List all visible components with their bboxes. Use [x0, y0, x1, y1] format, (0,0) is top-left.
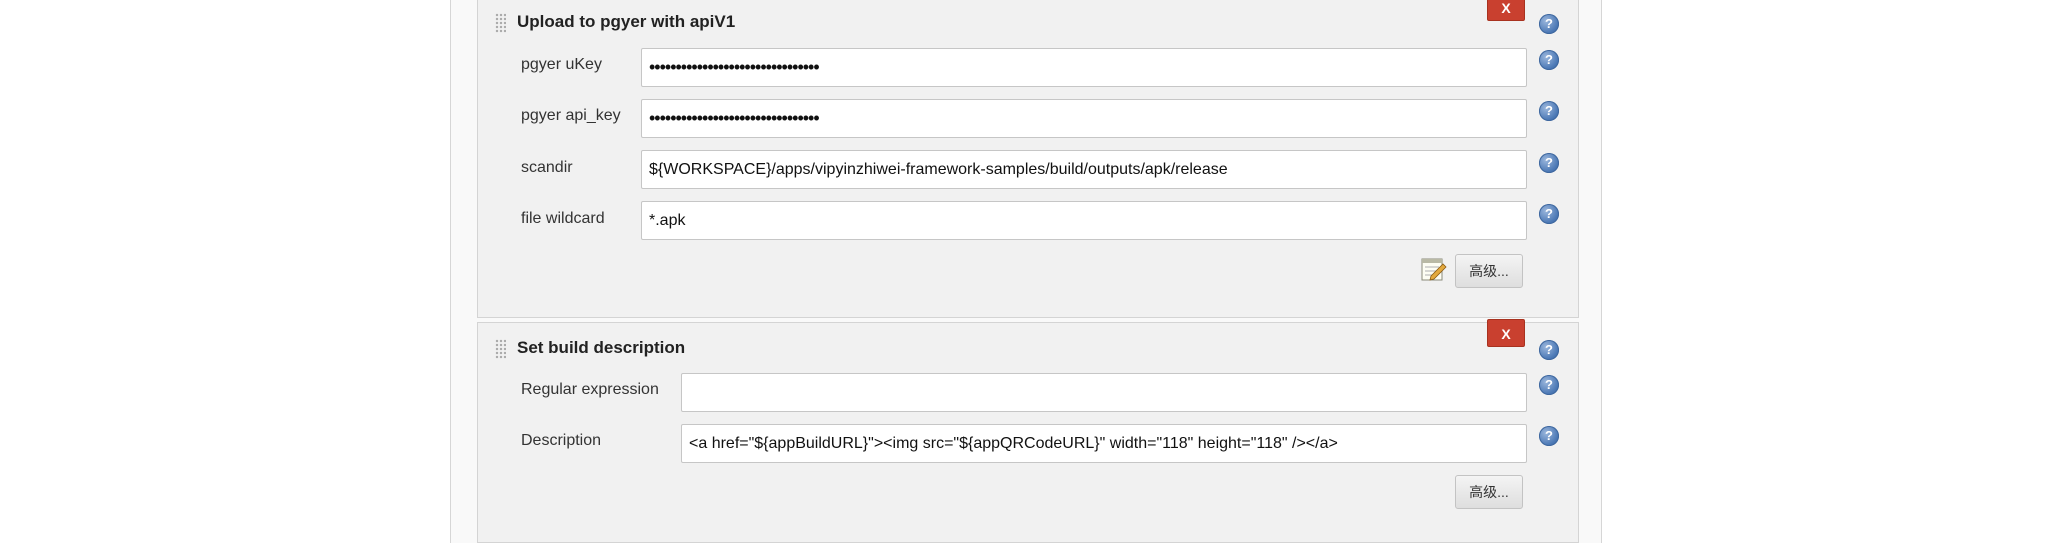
help-icon[interactable]: ? — [1539, 426, 1559, 446]
regular-expression-field[interactable] — [681, 373, 1527, 412]
pgyer-api-key-field[interactable]: •••••••••••••••••••••••••••••••• — [641, 99, 1527, 138]
field-label: Description — [521, 432, 602, 449]
field-label: pgyer api_key — [521, 107, 621, 124]
notepad-icon[interactable] — [1419, 255, 1447, 283]
delete-step-button[interactable]: X — [1487, 0, 1525, 21]
field-label: Regular expression — [521, 381, 659, 398]
help-icon[interactable]: ? — [1539, 204, 1559, 224]
description-field[interactable]: <a href="${appBuildURL}"><img src="${app… — [681, 424, 1527, 463]
help-icon[interactable]: ? — [1539, 14, 1559, 34]
help-icon[interactable]: ? — [1539, 50, 1559, 70]
help-icon[interactable]: ? — [1539, 153, 1559, 173]
field-label: scandir — [521, 159, 573, 176]
file-wildcard-field[interactable]: *.apk — [641, 201, 1527, 240]
advanced-button[interactable]: 高级... — [1455, 475, 1523, 509]
pgyer-ukey-field[interactable]: •••••••••••••••••••••••••••••••• — [641, 48, 1527, 87]
help-icon[interactable]: ? — [1539, 340, 1559, 360]
field-label: pgyer uKey — [521, 56, 602, 73]
advanced-button[interactable]: 高级... — [1455, 254, 1523, 288]
delete-step-button[interactable]: X — [1487, 319, 1525, 347]
help-icon[interactable]: ? — [1539, 101, 1559, 121]
drag-handle-icon[interactable] — [495, 13, 506, 33]
scandir-field[interactable]: ${WORKSPACE}/apps/vipyinzhiwei-framework… — [641, 150, 1527, 189]
section-title: Upload to pgyer with apiV1 — [517, 12, 736, 31]
drag-handle-icon[interactable] — [495, 339, 506, 359]
help-icon[interactable]: ? — [1539, 375, 1559, 395]
section-title: Set build description — [517, 338, 686, 357]
field-label: file wildcard — [521, 210, 605, 227]
